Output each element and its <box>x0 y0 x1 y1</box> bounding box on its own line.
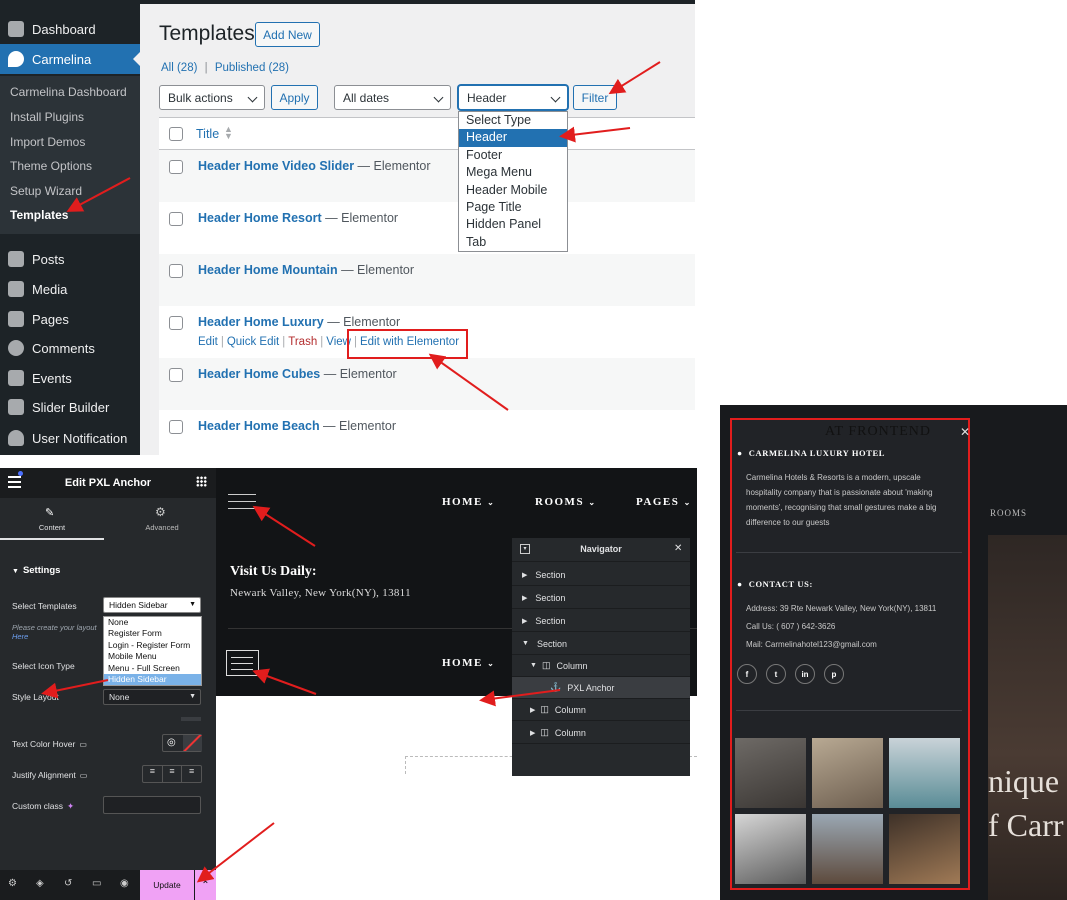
arrow <box>66 177 131 212</box>
arrow <box>196 822 275 883</box>
arrow <box>252 505 316 547</box>
arrow <box>41 679 109 699</box>
arrow <box>559 126 631 143</box>
annotation-arrows <box>41 61 661 883</box>
arrow <box>608 61 661 95</box>
arrow <box>252 668 317 695</box>
arrow <box>428 353 509 411</box>
arrow <box>479 689 561 707</box>
